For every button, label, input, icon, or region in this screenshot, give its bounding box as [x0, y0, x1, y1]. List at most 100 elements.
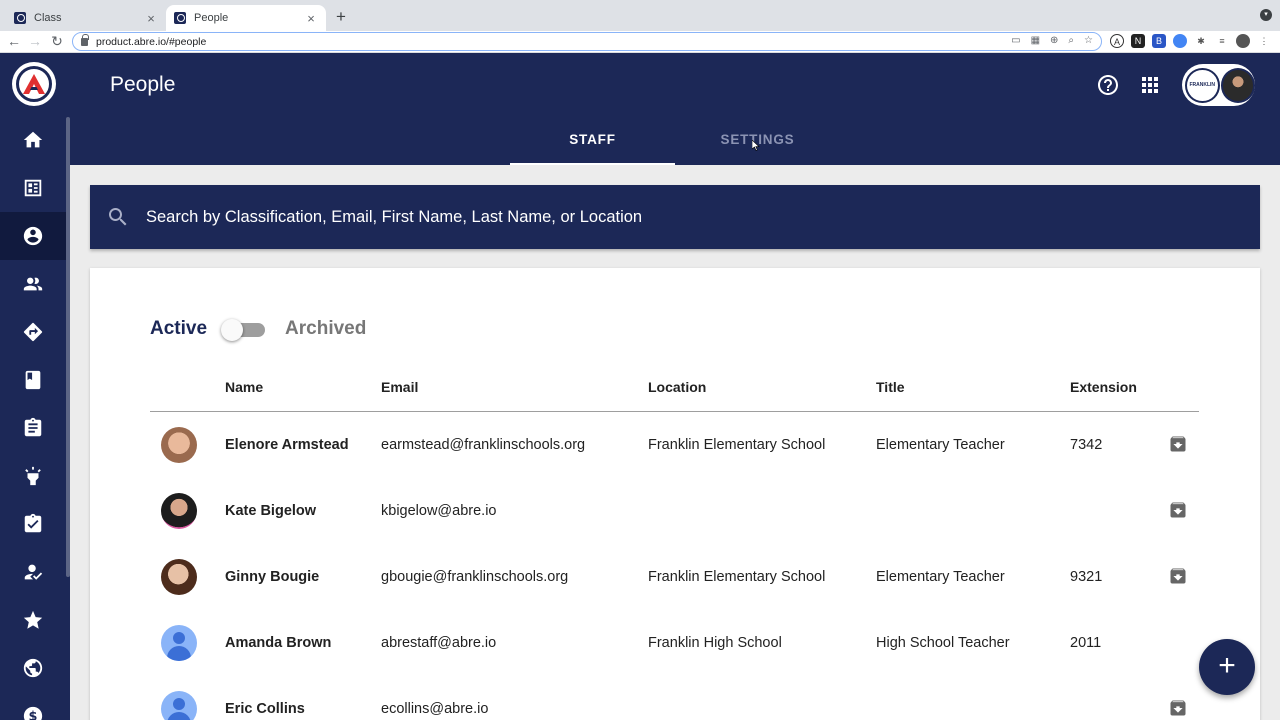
staff-extension: 7342 — [1070, 437, 1103, 453]
apps-icon — [1142, 77, 1158, 93]
reload-icon[interactable]: ↻ — [49, 32, 65, 50]
notion-extension-icon[interactable]: N — [1131, 34, 1145, 48]
sidebar-item-registration[interactable] — [0, 548, 66, 596]
archive-icon — [1170, 568, 1186, 584]
book-icon — [25, 370, 41, 390]
help-button[interactable] — [1096, 73, 1120, 97]
archive-icon — [1170, 436, 1186, 452]
column-header-email[interactable]: Email — [381, 379, 418, 395]
directions-icon — [23, 322, 43, 342]
sidebar-item-assignments[interactable] — [0, 404, 66, 452]
abre-extension-icon[interactable]: A — [1110, 34, 1124, 48]
puzzle-extensions-icon[interactable]: ✱ — [1194, 34, 1208, 48]
table-row[interactable]: Eric Collins ecollins@abre.io — [150, 676, 1199, 720]
people-search-bar — [90, 185, 1260, 249]
abre-favicon — [14, 12, 26, 24]
app-sidebar: $ — [0, 53, 70, 720]
staff-name[interactable]: Eric Collins — [225, 701, 305, 717]
sidebar-scrollbar[interactable] — [66, 117, 70, 577]
abre-logo[interactable] — [12, 62, 56, 106]
qr-icon[interactable]: ▦ — [1031, 35, 1040, 46]
extension-blue-icon[interactable] — [1173, 34, 1187, 48]
staff-name[interactable]: Amanda Brown — [225, 635, 331, 651]
active-archived-toggle-row: Active Archived — [150, 316, 366, 342]
staff-location: Franklin High School — [648, 635, 782, 651]
staff-extension: 2011 — [1070, 635, 1102, 651]
browser-toolbar: ← → ↻ product.abre.io/#people ▭ ▦ ⊕ ⌕ ☆ … — [0, 31, 1280, 53]
sidebar-item-payments[interactable]: $ — [0, 692, 66, 720]
staff-email: kbigelow@abre.io — [381, 503, 497, 519]
bookmark-star-icon[interactable]: ☆ — [1084, 35, 1093, 46]
archive-button[interactable] — [1168, 566, 1188, 586]
staff-card: Active Archived Name Email Location Titl… — [90, 268, 1260, 720]
svg-text:$: $ — [29, 710, 38, 720]
sidebar-item-home[interactable] — [0, 116, 66, 164]
table-row[interactable]: Ginny Bougie gbougie@franklinschools.org… — [150, 544, 1199, 610]
close-tab-icon[interactable]: × — [304, 11, 318, 26]
sidebar-item-tasks[interactable] — [0, 500, 66, 548]
lightbulb-icon — [25, 466, 41, 486]
chrome-menu-icon[interactable]: ⋮ — [1257, 34, 1271, 48]
search-input[interactable] — [146, 207, 1146, 227]
search-icon — [109, 208, 127, 226]
account-menu[interactable]: FRANKLIN — [1182, 64, 1255, 106]
district-badge-text: FRANKLIN — [1189, 82, 1216, 88]
archive-button[interactable] — [1168, 500, 1188, 520]
district-badge: FRANKLIN — [1185, 67, 1220, 103]
apps-button[interactable] — [1138, 73, 1162, 97]
tab-staff[interactable]: STAFF — [510, 117, 675, 165]
profile-avatar[interactable] — [1236, 34, 1250, 48]
column-header-location[interactable]: Location — [648, 379, 706, 395]
archive-button[interactable] — [1168, 434, 1188, 454]
install-icon[interactable]: ⊕ — [1050, 35, 1058, 46]
sidebar-item-directions[interactable] — [0, 308, 66, 356]
browser-tab-title: People — [194, 12, 229, 24]
staff-email: ecollins@abre.io — [381, 701, 489, 717]
stars-icon — [23, 610, 43, 629]
browser-tab-strip: Class × People × + ▾ — [0, 0, 1280, 31]
sidebar-item-library[interactable] — [0, 356, 66, 404]
reading-list-icon[interactable]: ≡ — [1215, 34, 1229, 48]
staff-title: High School Teacher — [876, 635, 1010, 651]
sidebar-item-groups[interactable] — [0, 260, 66, 308]
browser-tab-title: Class — [34, 12, 62, 24]
browser-tab-class[interactable]: Class × — [6, 5, 166, 31]
table-row[interactable]: Elenore Armstead earmstead@franklinschoo… — [150, 412, 1199, 478]
page-title: People — [110, 73, 176, 96]
sidebar-item-ideas[interactable] — [0, 452, 66, 500]
sidebar-item-people[interactable] — [0, 212, 66, 260]
table-row[interactable]: Kate Bigelow kbigelow@abre.io — [150, 478, 1199, 544]
address-bar[interactable]: product.abre.io/#people ▭ ▦ ⊕ ⌕ ☆ — [72, 32, 1102, 51]
add-staff-button[interactable]: + — [1199, 639, 1255, 695]
avatar — [161, 493, 197, 529]
zoom-icon[interactable]: ⌕ — [1068, 35, 1074, 46]
staff-name[interactable]: Kate Bigelow — [225, 503, 316, 519]
lock-icon — [81, 33, 89, 46]
staff-name[interactable]: Ginny Bougie — [225, 569, 319, 585]
active-archived-switch[interactable] — [221, 316, 267, 342]
tab-search-icon[interactable]: ▾ — [1260, 9, 1272, 21]
mouse-cursor-icon — [752, 140, 760, 151]
close-tab-icon[interactable]: × — [144, 11, 158, 26]
table-row[interactable]: Amanda Brown abrestaff@abre.io Franklin … — [150, 610, 1199, 676]
sidebar-item-favorites[interactable] — [0, 596, 66, 644]
sidebar-item-dashboard[interactable] — [0, 164, 66, 212]
archive-button[interactable] — [1168, 698, 1188, 718]
forward-icon[interactable]: → — [27, 32, 43, 50]
staff-title: Elementary Teacher — [876, 569, 1005, 585]
back-icon[interactable]: ← — [6, 32, 22, 50]
app-header: People FRANKLIN STAFF SETTINGS — [70, 53, 1280, 165]
column-header-extension[interactable]: Extension — [1070, 379, 1137, 395]
cast-icon[interactable]: ▭ — [1011, 35, 1020, 46]
staff-name[interactable]: Elenore Armstead — [225, 437, 349, 453]
toggle-label-archived: Archived — [285, 318, 367, 339]
staff-email: earmstead@franklinschools.org — [381, 437, 586, 453]
column-header-name[interactable]: Name — [225, 379, 263, 395]
sidebar-item-global[interactable] — [0, 644, 66, 692]
column-header-title[interactable]: Title — [876, 379, 905, 395]
staff-location: Franklin Elementary School — [648, 569, 826, 585]
calendar-extension-icon[interactable]: B — [1152, 34, 1166, 48]
new-tab-icon[interactable]: + — [332, 7, 350, 27]
browser-tab-people[interactable]: People × — [166, 5, 326, 31]
staff-extension: 9321 — [1070, 569, 1103, 585]
